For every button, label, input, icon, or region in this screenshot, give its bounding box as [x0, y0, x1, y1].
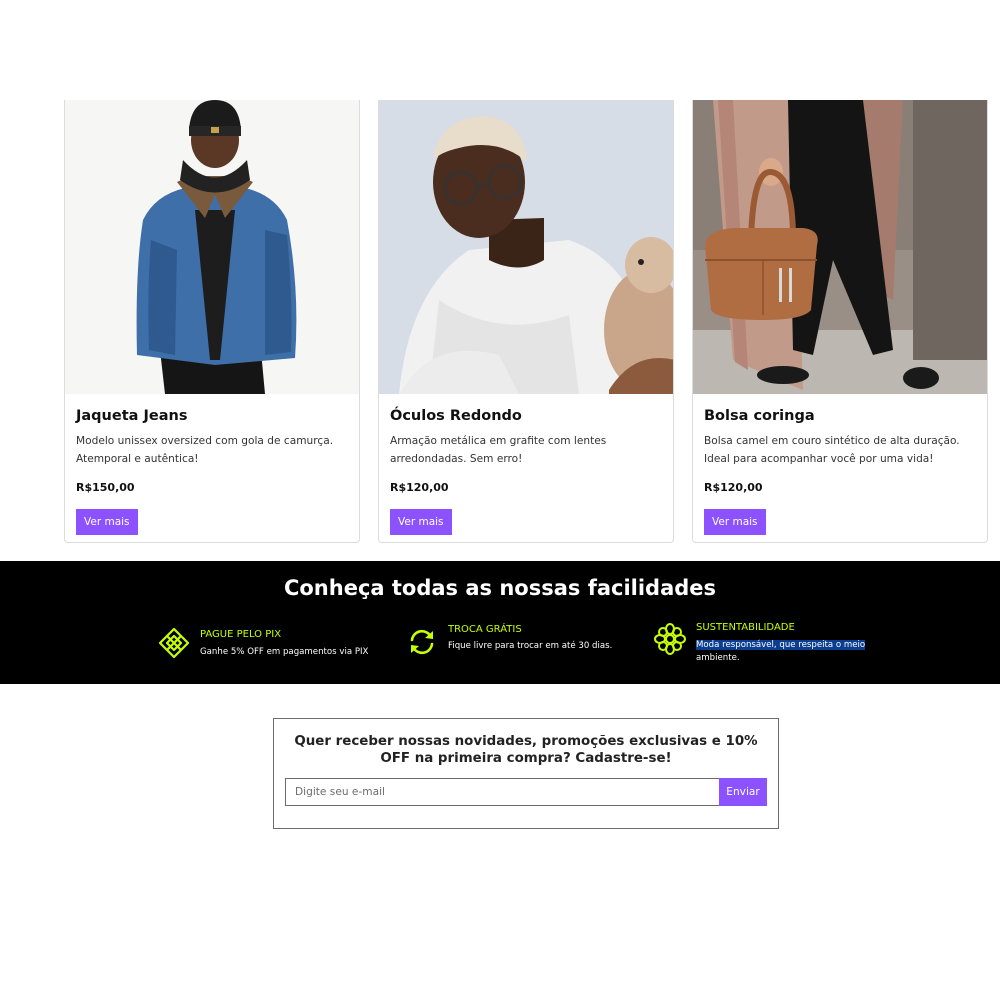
product-card: Bolsa coringa Bolsa camel em couro sinté…: [692, 100, 988, 543]
benefit-title: TROCA GRÁTIS: [448, 624, 522, 635]
see-more-button[interactable]: Ver mais: [704, 509, 766, 535]
product-card: Óculos Redondo Armação metálica em grafi…: [378, 100, 674, 543]
benefit-title: PAGUE PELO PIX: [200, 629, 282, 640]
product-grid: Jaqueta Jeans Modelo unissex oversized c…: [64, 100, 1000, 543]
submit-button[interactable]: Enviar: [719, 778, 767, 806]
product-card: Jaqueta Jeans Modelo unissex oversized c…: [64, 100, 360, 543]
benefit-sustainability: SUSTENTABILIDADE Moda responsável, que r…: [654, 619, 874, 669]
see-more-button[interactable]: Ver mais: [76, 509, 138, 535]
benefit-description: Ganhe 5% OFF em pagamentos via PIX: [200, 647, 369, 657]
sustainability-flower-icon: [654, 623, 686, 655]
product-price: R$150,00: [76, 481, 135, 494]
round-glasses-photo: [379, 100, 673, 394]
handbag-photo: [693, 100, 987, 394]
product-description: Modelo unissex oversized com gola de cam…: [76, 435, 334, 465]
newsletter-form: Enviar: [285, 778, 767, 806]
email-input[interactable]: [285, 778, 719, 806]
see-more-button[interactable]: Ver mais: [390, 509, 452, 535]
product-price: R$120,00: [704, 481, 763, 494]
product-card-body: Óculos Redondo Armação metálica em grafi…: [379, 394, 673, 542]
product-image: [379, 100, 673, 394]
benefit-description-rest: ambiente.: [696, 653, 740, 663]
product-image: [65, 100, 359, 394]
pix-icon: [158, 627, 190, 659]
product-description: Bolsa camel em couro sintético de alta d…: [704, 435, 960, 465]
product-title: Óculos Redondo: [390, 408, 522, 424]
denim-jacket-photo: [65, 100, 359, 394]
product-card-body: Bolsa coringa Bolsa camel em couro sinté…: [693, 394, 987, 542]
product-card-body: Jaqueta Jeans Modelo unissex oversized c…: [65, 394, 359, 542]
product-image: [693, 100, 987, 394]
newsletter-box: Quer receber nossas novidades, promoções…: [273, 718, 779, 829]
newsletter-text: Quer receber nossas novidades, promoções…: [294, 734, 758, 766]
product-title: Bolsa coringa: [704, 408, 815, 424]
benefit-exchange: TROCA GRÁTIS Fique livre para trocar em …: [406, 620, 626, 660]
page: Jaqueta Jeans Modelo unissex oversized c…: [0, 0, 1000, 1000]
product-price: R$120,00: [390, 481, 449, 494]
benefit-pix: PAGUE PELO PIX Ganhe 5% OFF em pagamento…: [158, 625, 378, 665]
benefits-title: Conheça todas as nossas facilidades: [283, 576, 717, 600]
product-description: Armação metálica em grafite com lentes a…: [390, 435, 607, 465]
product-title: Jaqueta Jeans: [76, 408, 188, 424]
benefit-description: Fique livre para trocar em até 30 dias.: [448, 641, 613, 651]
benefit-description: Moda responsável, que respeita o meio amb…: [696, 639, 871, 665]
benefit-title: SUSTENTABILIDADE: [696, 622, 795, 633]
exchange-icon: [406, 626, 438, 658]
highlighted-text: Moda responsável, que respeita o meio: [696, 640, 866, 650]
